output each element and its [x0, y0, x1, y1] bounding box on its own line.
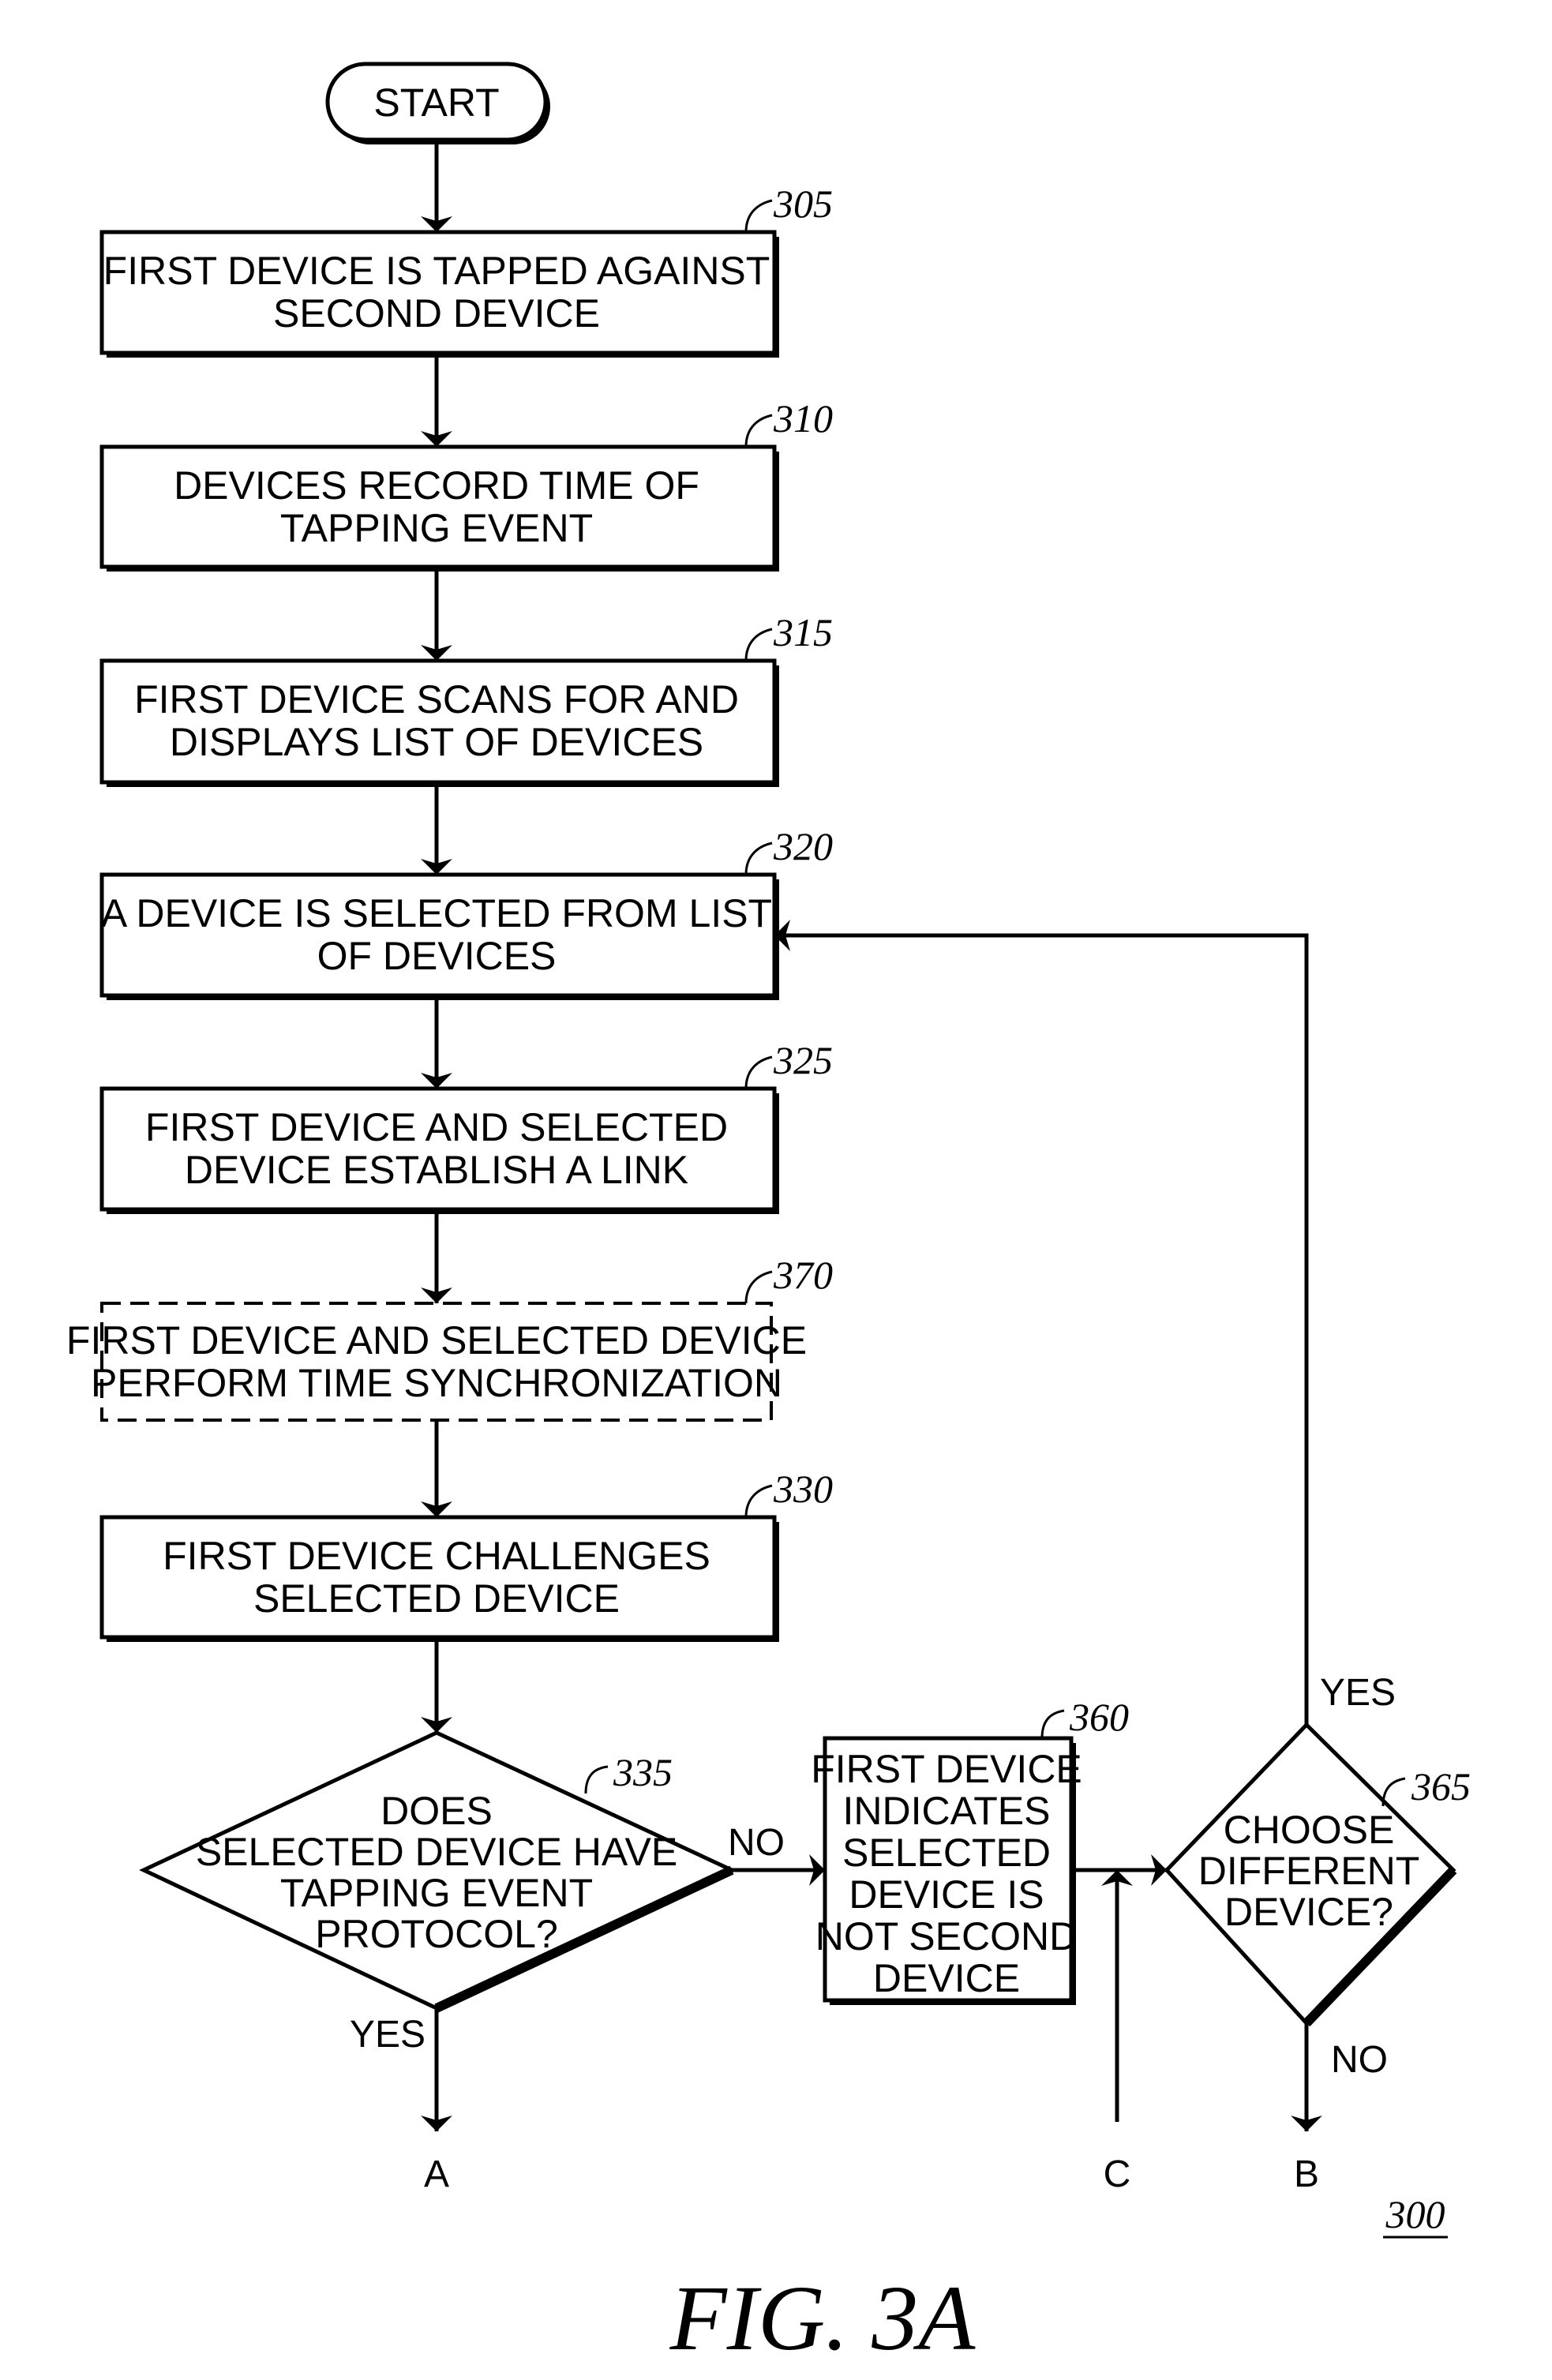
step-330-line-1: FIRST DEVICE CHALLENGES: [163, 1534, 710, 1578]
step-310: DEVICES RECORD TIME OF TAPPING EVENT 310: [99, 396, 833, 572]
step-360-line-1: FIRST DEVICE: [811, 1747, 1082, 1791]
step-360: FIRST DEVICE INDICATES SELECTED DEVICE I…: [811, 1695, 1129, 2005]
arrow-365-yes-loop-320: [774, 920, 1309, 1725]
connector-a: A: [424, 2153, 449, 2195]
ref-360: 360: [1069, 1695, 1129, 1739]
leader-315: [744, 628, 773, 662]
decision-365: CHOOSE DIFFERENT DEVICE? 365 YES NO: [1164, 1672, 1471, 2081]
leader-335: [584, 1765, 609, 1794]
connector-b: B: [1294, 2153, 1319, 2195]
step-315: FIRST DEVICE SCANS FOR AND DISPLAYS LIST…: [99, 610, 833, 787]
ref-315: 315: [773, 610, 833, 654]
start-label: START: [373, 81, 499, 125]
ref-310: 310: [773, 396, 833, 440]
decision-365-line-1: CHOOSE: [1224, 1808, 1395, 1852]
ref-320: 320: [773, 824, 833, 868]
leader-360: [1040, 1709, 1065, 1739]
leader-310: [744, 414, 773, 448]
leader-305: [744, 199, 773, 233]
step-370-line-1: FIRST DEVICE AND SELECTED DEVICE: [66, 1318, 807, 1362]
step-310-line-2: TAPPING EVENT: [280, 506, 593, 550]
decision-365-line-3: DEVICE?: [1224, 1890, 1393, 1934]
decision-335-no-label: NO: [728, 1822, 785, 1864]
step-320-line-1: A DEVICE IS SELECTED FROM LIST: [101, 891, 772, 935]
step-330: FIRST DEVICE CHALLENGES SELECTED DEVICE …: [99, 1467, 833, 1642]
decision-335-line-2: SELECTED DEVICE HAVE: [196, 1830, 677, 1874]
leader-325: [744, 1055, 773, 1089]
step-360-line-5: NOT SECOND: [815, 1914, 1078, 1958]
ref-330: 330: [773, 1467, 833, 1511]
step-330-line-2: SELECTED DEVICE: [253, 1576, 620, 1621]
step-325-line-2: DEVICE ESTABLISH A LINK: [185, 1148, 688, 1192]
step-360-line-3: SELECTED: [842, 1831, 1051, 1875]
decision-365-line-2: DIFFERENT: [1198, 1849, 1420, 1893]
figure-reference: 300: [1385, 2192, 1445, 2236]
decision-335-yes-label: YES: [350, 2014, 425, 2056]
flowchart: START FIRST DEVICE IS TAPPED AGAINST SEC…: [66, 62, 1471, 2370]
leader-320: [744, 841, 773, 875]
step-320-line-2: OF DEVICES: [317, 934, 557, 978]
decision-365-yes-label: YES: [1320, 1672, 1396, 1714]
decision-335-line-1: DOES: [381, 1789, 493, 1833]
step-360-line-4: DEVICE IS: [849, 1872, 1044, 1917]
decision-365-no-label: NO: [1331, 2039, 1388, 2081]
ref-365: 365: [1411, 1764, 1471, 1808]
step-315-line-2: DISPLAYS LIST OF DEVICES: [170, 720, 703, 764]
ref-335: 335: [613, 1750, 673, 1794]
ref-305: 305: [773, 182, 833, 226]
decision-335-line-4: PROTOCOL?: [315, 1912, 558, 1956]
step-305-line-2: SECOND DEVICE: [273, 291, 600, 335]
decision-335: DOES SELECTED DEVICE HAVE TAPPING EVENT …: [139, 1730, 785, 2056]
ref-370: 370: [773, 1253, 833, 1297]
start-terminator: START: [325, 62, 550, 144]
decision-335-line-3: TAPPING EVENT: [280, 1871, 593, 1915]
step-325-line-1: FIRST DEVICE AND SELECTED: [145, 1105, 728, 1149]
ref-325: 325: [773, 1038, 833, 1082]
step-305: FIRST DEVICE IS TAPPED AGAINST SECOND DE…: [99, 182, 833, 358]
step-370-line-2: PERFORM TIME SYNCHRONIZATION: [91, 1361, 782, 1405]
step-310-line-1: DEVICES RECORD TIME OF: [174, 463, 699, 508]
leader-370: [744, 1270, 773, 1304]
step-360-line-6: DEVICE: [873, 1956, 1020, 2000]
step-370-optional: FIRST DEVICE AND SELECTED DEVICE PERFORM…: [66, 1253, 833, 1422]
step-305-line-1: FIRST DEVICE IS TAPPED AGAINST: [103, 249, 770, 293]
step-325: FIRST DEVICE AND SELECTED DEVICE ESTABLI…: [99, 1038, 833, 1214]
step-320: A DEVICE IS SELECTED FROM LIST OF DEVICE…: [99, 824, 833, 1000]
step-360-line-2: INDICATES: [843, 1789, 1051, 1833]
connector-c: C: [1104, 2153, 1131, 2195]
figure-caption: FIG. 3A: [669, 2266, 977, 2370]
leader-330: [744, 1484, 773, 1518]
step-315-line-1: FIRST DEVICE SCANS FOR AND: [134, 677, 739, 721]
